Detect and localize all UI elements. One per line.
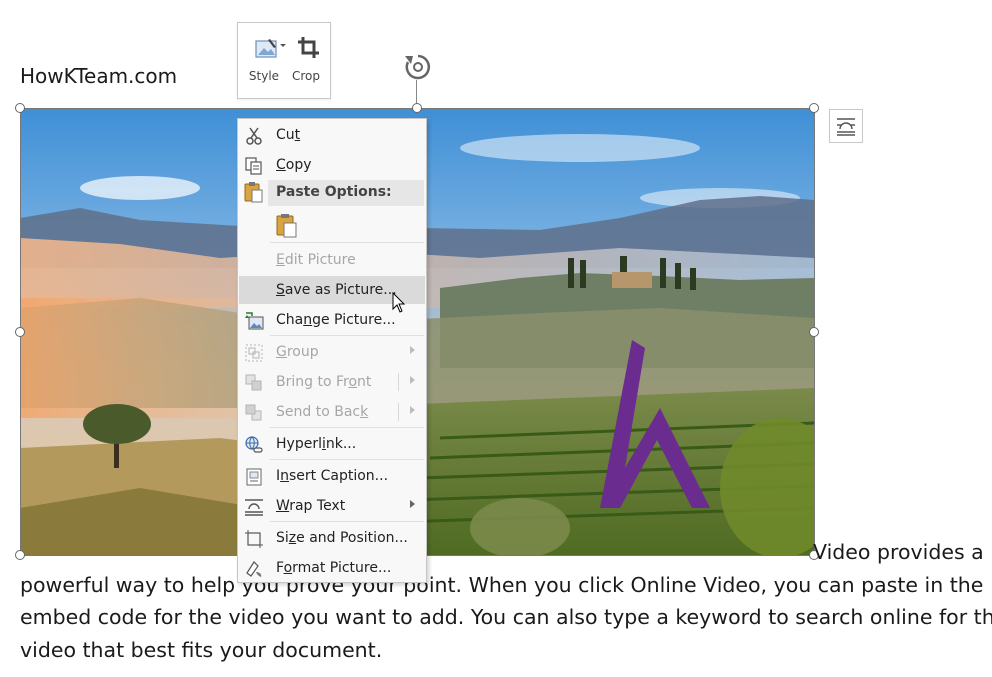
resize-handle-top-right[interactable] bbox=[809, 103, 819, 113]
crop-label: Crop bbox=[291, 69, 320, 83]
resize-handle-top-left[interactable] bbox=[15, 103, 25, 113]
document-body: Video provides a powerful way to help yo… bbox=[20, 536, 992, 666]
layout-options-icon bbox=[837, 118, 855, 136]
submenu-arrow-icon bbox=[410, 376, 415, 384]
split-divider bbox=[398, 373, 399, 391]
menu-item-copy[interactable]: Copy bbox=[239, 151, 425, 179]
body-line-1: Video provides a bbox=[813, 540, 984, 564]
body-line-2: powerful way to help you prove your poin… bbox=[20, 572, 984, 597]
hyperlink-icon bbox=[245, 436, 263, 453]
rotate-icon bbox=[405, 54, 431, 80]
paste-keep-formatting-button[interactable] bbox=[275, 212, 299, 238]
paste-options-label: Paste Options: bbox=[276, 184, 392, 200]
menu-item-edit-picture[interactable]: Edit Picture bbox=[239, 246, 425, 274]
scissors-icon bbox=[246, 127, 262, 145]
menu-separator bbox=[270, 521, 424, 522]
menu-label-insert-caption: Insert Caption... bbox=[276, 468, 389, 484]
menu-item-wrap-text[interactable]: Wrap Text bbox=[239, 492, 425, 520]
paste-options-header: Paste Options: bbox=[268, 180, 424, 206]
rotate-handle[interactable] bbox=[403, 52, 433, 82]
submenu-arrow-icon bbox=[410, 346, 415, 354]
body-line-3: embed code for the video you want to add… bbox=[20, 605, 992, 629]
style-label: Style bbox=[248, 69, 280, 83]
body-line-4: video that best fits your document. bbox=[20, 637, 383, 662]
menu-label-size-and-position: Size and Position... bbox=[276, 530, 408, 546]
mouse-pointer-icon bbox=[392, 292, 406, 313]
menu-item-hyperlink[interactable]: Hyperlink... bbox=[239, 430, 425, 458]
mini-toolbar: Style Crop bbox=[237, 22, 331, 99]
menu-separator bbox=[270, 335, 424, 336]
split-divider bbox=[398, 403, 399, 421]
crop-button[interactable]: Crop bbox=[286, 29, 326, 91]
document-title: HowKTeam.com bbox=[20, 64, 178, 88]
wrap-text-icon bbox=[245, 499, 263, 516]
menu-label-save-as-picture: Save as Picture... bbox=[276, 282, 397, 298]
menu-item-format-picture[interactable]: Format Picture... bbox=[239, 554, 425, 582]
menu-label-hyperlink: Hyperlink... bbox=[276, 436, 357, 452]
menu-label-send-to-back: Send to Back bbox=[276, 404, 369, 420]
paste-icon bbox=[244, 182, 263, 203]
menu-item-cut[interactable]: Cut bbox=[239, 121, 425, 149]
submenu-arrow-icon bbox=[410, 500, 415, 508]
menu-separator bbox=[270, 242, 424, 243]
change-picture-icon bbox=[245, 312, 264, 330]
submenu-arrow-icon bbox=[410, 406, 415, 414]
menu-label-cut: Cut bbox=[276, 127, 301, 143]
style-icon bbox=[255, 39, 286, 58]
context-menu: Cut Copy Paste Options: Edit Picture Sav… bbox=[237, 118, 427, 583]
menu-item-insert-caption[interactable]: Insert Caption... bbox=[239, 462, 425, 490]
menu-separator bbox=[270, 459, 424, 460]
resize-handle-top[interactable] bbox=[412, 103, 422, 113]
caption-icon bbox=[246, 468, 262, 486]
menu-separator bbox=[270, 427, 424, 428]
group-icon bbox=[245, 344, 263, 362]
menu-item-size-and-position[interactable]: Size and Position... bbox=[239, 524, 425, 552]
format-picture-icon bbox=[246, 561, 262, 577]
size-position-icon bbox=[245, 530, 263, 548]
bring-front-icon bbox=[245, 374, 262, 391]
crop-icon bbox=[298, 37, 319, 58]
menu-label-copy: Copy bbox=[276, 157, 312, 173]
menu-label-group: Group bbox=[276, 344, 319, 360]
menu-label-edit-picture: Edit Picture bbox=[276, 252, 356, 268]
menu-item-bring-to-front[interactable]: Bring to Front bbox=[239, 368, 425, 396]
menu-item-send-to-back[interactable]: Send to Back bbox=[239, 398, 425, 426]
menu-item-group[interactable]: Group bbox=[239, 338, 425, 366]
menu-label-wrap-text: Wrap Text bbox=[276, 498, 346, 514]
clipboard-icon bbox=[276, 214, 297, 238]
style-button[interactable]: Style bbox=[244, 29, 286, 91]
menu-label-change-picture: Change Picture... bbox=[276, 312, 396, 328]
menu-label-bring-to-front: Bring to Front bbox=[276, 374, 372, 390]
copy-icon bbox=[245, 157, 262, 175]
layout-options-button[interactable] bbox=[829, 109, 863, 143]
resize-handle-left[interactable] bbox=[15, 327, 25, 337]
resize-handle-right[interactable] bbox=[809, 327, 819, 337]
send-back-icon bbox=[245, 404, 262, 421]
menu-label-format-picture: Format Picture... bbox=[276, 560, 392, 576]
